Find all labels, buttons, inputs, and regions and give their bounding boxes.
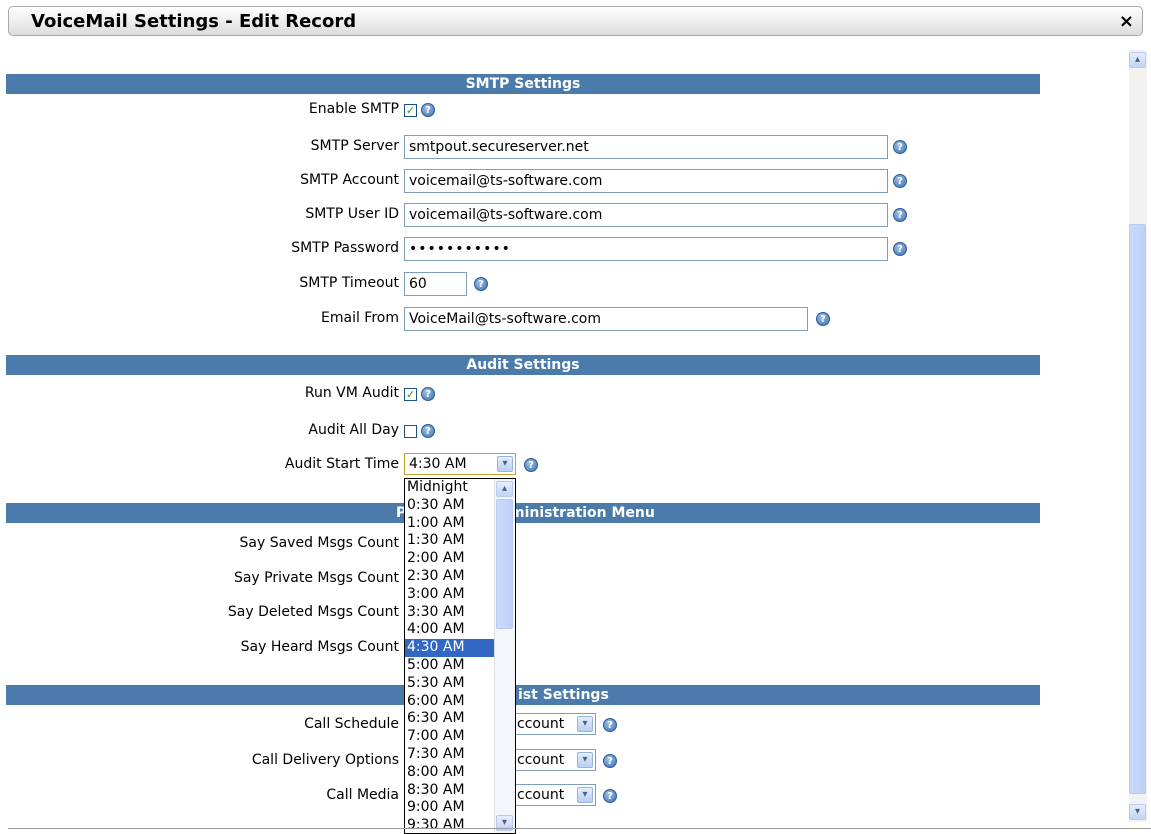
call-schedule-label: Call Schedule xyxy=(304,716,399,732)
dropdown-option[interactable]: 7:00 AM xyxy=(405,728,495,746)
dropdown-option[interactable]: 2:00 AM xyxy=(405,550,495,568)
smtp-password-label: SMTP Password xyxy=(291,240,399,256)
dropdown-option[interactable]: 3:00 AM xyxy=(405,586,495,604)
dropdown-option[interactable]: 8:30 AM xyxy=(405,782,495,800)
say-saved-count-label: Say Saved Msgs Count xyxy=(239,535,399,551)
chevron-up-icon[interactable]: ▴ xyxy=(1129,52,1146,68)
smtp-account-label: SMTP Account xyxy=(300,172,399,188)
call-schedule-value: ccount xyxy=(517,716,565,732)
dropdown-option[interactable]: 6:00 AM xyxy=(405,693,495,711)
section-header-fragment-right: ministration Menu xyxy=(510,505,655,521)
dropdown-option[interactable]: 8:00 AM xyxy=(405,764,495,782)
section-header-call-list: ist Settings xyxy=(6,685,1040,705)
smtp-server-label: SMTP Server xyxy=(310,138,399,154)
section-header-fragment-right: ist Settings xyxy=(518,687,609,703)
smtp-userid-input[interactable]: voicemail@ts-software.com xyxy=(404,203,888,227)
chevron-down-icon[interactable]: ▾ xyxy=(497,456,513,472)
call-delivery-label: Call Delivery Options xyxy=(251,752,399,768)
dropdown-option[interactable]: Midnight xyxy=(405,479,495,497)
dropdown-option[interactable]: 2:30 AM xyxy=(405,568,495,586)
help-icon[interactable]: ? xyxy=(474,277,488,291)
dialog-titlebar: VoiceMail Settings - Edit Record × xyxy=(8,6,1143,36)
dropdown-option[interactable]: 7:30 AM xyxy=(405,746,495,764)
audit-start-time-select[interactable]: 4:30 AM ▾ xyxy=(404,453,516,475)
help-icon[interactable]: ? xyxy=(893,174,907,188)
dropdown-option[interactable]: 5:30 AM xyxy=(405,675,495,693)
dropdown-option[interactable]: 9:30 AM xyxy=(405,817,495,833)
email-from-label: Email From xyxy=(321,310,399,326)
audit-all-day-checkbox[interactable] xyxy=(404,425,417,438)
dropdown-option[interactable]: 6:30 AM xyxy=(405,710,495,728)
smtp-userid-label: SMTP User ID xyxy=(305,206,399,222)
audit-all-day-label: Audit All Day xyxy=(308,422,399,438)
help-icon[interactable]: ? xyxy=(893,140,907,154)
smtp-password-input[interactable]: ••••••••••• xyxy=(404,237,888,261)
call-delivery-value: ccount xyxy=(517,752,565,768)
chevron-down-icon[interactable]: ▾ xyxy=(577,752,593,768)
dropdown-scrollbar[interactable]: ▴ ▾ xyxy=(494,479,515,833)
section-header-smtp: SMTP Settings xyxy=(6,74,1040,94)
chevron-down-icon[interactable]: ▾ xyxy=(1129,804,1146,820)
help-icon[interactable]: ? xyxy=(421,103,435,117)
dropdown-option[interactable]: 1:00 AM xyxy=(405,515,495,533)
help-icon[interactable]: ? xyxy=(524,458,538,472)
help-icon[interactable]: ? xyxy=(421,424,435,438)
help-icon[interactable]: ? xyxy=(893,208,907,222)
smtp-account-input[interactable]: voicemail@ts-software.com xyxy=(404,169,888,193)
help-icon[interactable]: ? xyxy=(603,718,617,732)
audit-start-time-dropdown[interactable]: Midnight 0:30 AM 1:00 AM 1:30 AM 2:00 AM 2:30… xyxy=(404,478,516,834)
dropdown-option[interactable]: 5:00 AM xyxy=(405,657,495,675)
main-scroll-thumb[interactable] xyxy=(1129,224,1146,794)
smtp-timeout-label: SMTP Timeout xyxy=(299,275,399,291)
dropdown-option[interactable]: 4:30 AM xyxy=(405,639,495,657)
enable-smtp-label: Enable SMTP xyxy=(308,101,399,117)
dropdown-option[interactable]: 3:30 AM xyxy=(405,604,495,622)
chevron-down-icon[interactable]: ▾ xyxy=(577,716,593,732)
chevron-up-icon[interactable]: ▴ xyxy=(496,481,513,497)
section-header-audit: Audit Settings xyxy=(6,355,1040,375)
chevron-down-icon[interactable]: ▾ xyxy=(577,787,593,803)
help-icon[interactable]: ? xyxy=(816,312,830,326)
dropdown-option[interactable]: 1:30 AM xyxy=(405,532,495,550)
dialog-bottom-border xyxy=(8,828,1151,829)
email-from-input[interactable]: VoiceMail@ts-software.com xyxy=(404,307,808,331)
main-scrollbar[interactable]: ▴ ▾ xyxy=(1129,50,1147,822)
section-header-phone-admin: P ministration Menu xyxy=(6,503,1040,523)
help-icon[interactable]: ? xyxy=(421,387,435,401)
run-vm-audit-label: Run VM Audit xyxy=(304,385,399,401)
smtp-server-input[interactable]: smtpout.secureserver.net xyxy=(404,135,888,159)
dialog-title: VoiceMail Settings - Edit Record xyxy=(31,11,357,32)
say-heard-count-label: Say Heard Msgs Count xyxy=(240,639,399,655)
run-vm-audit-checkbox[interactable]: ✓ xyxy=(404,388,417,401)
help-icon[interactable]: ? xyxy=(893,242,907,256)
audit-start-time-value: 4:30 AM xyxy=(409,456,467,472)
help-icon[interactable]: ? xyxy=(603,789,617,803)
close-icon[interactable]: × xyxy=(1119,11,1134,32)
call-media-value: ccount xyxy=(517,787,565,803)
audit-start-time-label: Audit Start Time xyxy=(284,456,399,472)
help-icon[interactable]: ? xyxy=(603,754,617,768)
dropdown-scroll-thumb[interactable] xyxy=(496,499,513,629)
smtp-timeout-input[interactable]: 60 xyxy=(404,272,467,296)
say-private-count-label: Say Private Msgs Count xyxy=(233,570,399,586)
enable-smtp-checkbox[interactable]: ✓ xyxy=(404,104,417,117)
say-deleted-count-label: Say Deleted Msgs Count xyxy=(227,604,399,620)
call-media-label: Call Media xyxy=(326,787,399,803)
dropdown-option[interactable]: 0:30 AM xyxy=(405,497,495,515)
dropdown-option[interactable]: 9:00 AM xyxy=(405,799,495,817)
dropdown-option[interactable]: 4:00 AM xyxy=(405,621,495,639)
